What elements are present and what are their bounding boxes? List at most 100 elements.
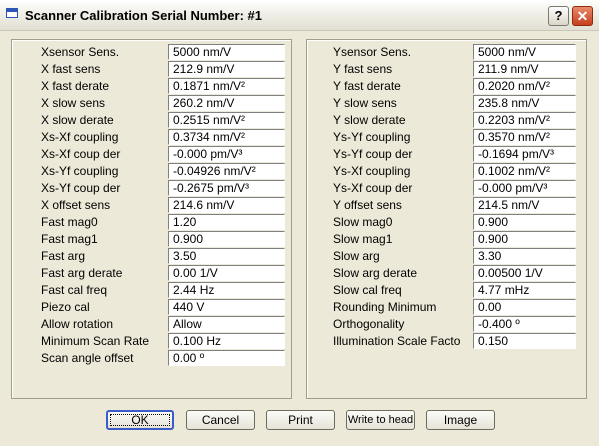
field-row: Xs-Xf coupling 0.3734 nm/V²: [12, 129, 291, 145]
field-label: Minimum Scan Rate: [41, 334, 150, 348]
field-value-input[interactable]: 0.1002 nm/V²: [473, 163, 576, 179]
field-row: X slow derate 0.2515 nm/V²: [12, 112, 291, 128]
field-row: Ys-Yf coupling 0.3570 nm/V²: [307, 129, 586, 145]
field-value-input[interactable]: 5000 nm/V: [473, 44, 576, 60]
field-row: Ys-Xf coup der -0.000 pm/V³: [307, 180, 586, 196]
cancel-button[interactable]: Cancel: [186, 410, 255, 430]
field-label: Xs-Xf coupling: [41, 130, 119, 144]
field-row: Orthogonality -0.400 º: [307, 316, 586, 332]
field-label: Ys-Xf coupling: [333, 164, 411, 178]
field-value-input[interactable]: 0.3734 nm/V²: [168, 129, 285, 145]
field-row: Xsensor Sens. 5000 nm/V: [12, 44, 291, 60]
field-value-input[interactable]: 2.44 Hz: [168, 282, 285, 298]
field-label: X slow sens: [41, 96, 106, 110]
field-row: Fast mag1 0.900: [12, 231, 291, 247]
field-value-input[interactable]: 0.1871 nm/V²: [168, 78, 285, 94]
field-row: Ys-Xf coupling 0.1002 nm/V²: [307, 163, 586, 179]
field-label: Y offset sens: [333, 198, 402, 212]
field-row: Xs-Xf coup der -0.000 pm/V³: [12, 146, 291, 162]
field-label: Ys-Xf coup der: [333, 181, 413, 195]
field-row: Fast cal freq 2.44 Hz: [12, 282, 291, 298]
field-value-input[interactable]: 0.00 º: [168, 350, 285, 366]
window-icon: [6, 8, 18, 18]
field-row: Illumination Scale Facto 0.150: [307, 333, 586, 349]
field-value-input[interactable]: -0.2675 pm/V³: [168, 180, 285, 196]
field-value-input[interactable]: 1.20: [168, 214, 285, 230]
image-button[interactable]: Image: [426, 410, 495, 430]
field-row: Y offset sens 214.5 nm/V: [307, 197, 586, 213]
field-label: Y slow sens: [333, 96, 397, 110]
field-value-input[interactable]: 0.2020 nm/V²: [473, 78, 576, 94]
field-value-input[interactable]: 0.2515 nm/V²: [168, 112, 285, 128]
field-row: Fast arg derate 0.00 1/V: [12, 265, 291, 281]
field-value-input[interactable]: 4.77 mHz: [473, 282, 576, 298]
field-value-input[interactable]: 214.6 nm/V: [168, 197, 285, 213]
field-row: Slow mag0 0.900: [307, 214, 586, 230]
title-bar[interactable]: Scanner Calibration Serial Number: #1 ? …: [0, 0, 599, 31]
field-value-input[interactable]: -0.000 pm/V³: [168, 146, 285, 162]
field-row: Piezo cal 440 V: [12, 299, 291, 315]
field-value-input[interactable]: 0.900: [168, 231, 285, 247]
field-value-input[interactable]: 0.150: [473, 333, 576, 349]
field-row: Y slow sens 235.8 nm/V: [307, 95, 586, 111]
field-value-input[interactable]: 0.100 Hz: [168, 333, 285, 349]
field-value-input[interactable]: 3.50: [168, 248, 285, 264]
field-label: X fast derate: [41, 79, 110, 93]
field-value-input[interactable]: -0.400 º: [473, 316, 576, 332]
x-calibration-panel: Xsensor Sens. 5000 nm/V X fast sens 212.9 n…: [11, 39, 292, 399]
field-label: X fast sens: [41, 62, 101, 76]
field-value-input[interactable]: 212.9 nm/V: [168, 61, 285, 77]
field-label: Y slow derate: [333, 113, 406, 127]
field-value-input[interactable]: 440 V: [168, 299, 285, 315]
field-label: Fast cal freq: [41, 283, 108, 297]
field-value-input[interactable]: Allow: [168, 316, 285, 332]
field-label: X offset sens: [41, 198, 111, 212]
field-row: Slow arg derate 0.00500 1/V: [307, 265, 586, 281]
write-to-head-button[interactable]: Write to head: [346, 410, 415, 430]
field-value-input[interactable]: 0.900: [473, 231, 576, 247]
field-value-input[interactable]: 0.2203 nm/V²: [473, 112, 576, 128]
close-button[interactable]: ✕: [572, 6, 593, 26]
field-label: Xs-Yf coupling: [41, 164, 119, 178]
field-label: Slow arg derate: [333, 266, 418, 280]
field-row: Ys-Yf coup der -0.1694 pm/V³: [307, 146, 586, 162]
field-label: Scan angle offset: [41, 351, 134, 365]
field-value-input[interactable]: 0.00500 1/V: [473, 265, 576, 281]
field-value-input[interactable]: 260.2 nm/V: [168, 95, 285, 111]
help-button[interactable]: ?: [548, 6, 569, 26]
field-row: Y fast sens 211.9 nm/V: [307, 61, 586, 77]
field-row: Allow rotation Allow: [12, 316, 291, 332]
window-title: Scanner Calibration Serial Number: #1: [25, 8, 262, 23]
field-value-input[interactable]: 0.900: [473, 214, 576, 230]
field-row: Scan angle offset 0.00 º: [12, 350, 291, 366]
field-value-input[interactable]: 214.5 nm/V: [473, 197, 576, 213]
field-value-input[interactable]: 0.00 1/V: [168, 265, 285, 281]
field-row: Slow arg 3.30: [307, 248, 586, 264]
field-label: Piezo cal: [41, 300, 90, 314]
field-label: Xs-Yf coup der: [41, 181, 121, 195]
print-button[interactable]: Print: [266, 410, 335, 430]
field-label: Slow mag0: [333, 215, 393, 229]
field-value-input[interactable]: -0.04926 nm/V²: [168, 163, 285, 179]
field-row: Minimum Scan Rate 0.100 Hz: [12, 333, 291, 349]
field-label: Fast arg: [41, 249, 86, 263]
field-label: Allow rotation: [41, 317, 114, 331]
field-value-input[interactable]: -0.1694 pm/V³: [473, 146, 576, 162]
field-row: Xs-Yf coupling -0.04926 nm/V²: [12, 163, 291, 179]
field-row: X slow sens 260.2 nm/V: [12, 95, 291, 111]
field-label: Illumination Scale Facto: [333, 334, 461, 348]
field-row: Xs-Yf coup der -0.2675 pm/V³: [12, 180, 291, 196]
scanner-calibration-window: Scanner Calibration Serial Number: #1 ? …: [0, 0, 599, 446]
field-value-input[interactable]: -0.000 pm/V³: [473, 180, 576, 196]
ok-button[interactable]: OK: [106, 410, 174, 430]
field-value-input[interactable]: 5000 nm/V: [168, 44, 285, 60]
field-row: Fast mag0 1.20: [12, 214, 291, 230]
field-row: Slow mag1 0.900: [307, 231, 586, 247]
field-value-input[interactable]: 235.8 nm/V: [473, 95, 576, 111]
field-value-input[interactable]: 211.9 nm/V: [473, 61, 576, 77]
field-row: X fast derate 0.1871 nm/V²: [12, 78, 291, 94]
field-value-input[interactable]: 0.00: [473, 299, 576, 315]
field-value-input[interactable]: 3.30: [473, 248, 576, 264]
field-value-input[interactable]: 0.3570 nm/V²: [473, 129, 576, 145]
field-label: Slow cal freq: [333, 283, 402, 297]
